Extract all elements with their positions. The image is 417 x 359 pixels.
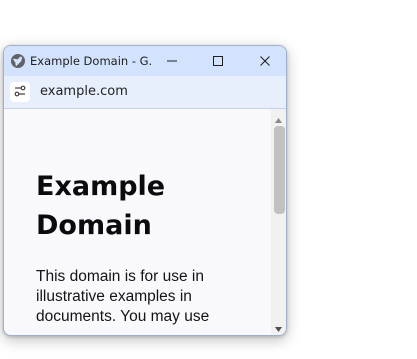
maximize-icon bbox=[212, 52, 224, 71]
page-paragraph: This domain is for use in illustrative e… bbox=[36, 268, 210, 325]
browser-window: Example Domain - G... example.com Exampl… bbox=[3, 45, 287, 336]
url-field[interactable]: example.com bbox=[40, 83, 128, 101]
triangle-down-icon bbox=[275, 317, 282, 336]
vertical-scrollbar[interactable] bbox=[271, 109, 286, 335]
minimize-icon bbox=[166, 52, 178, 71]
scroll-thumb[interactable] bbox=[274, 126, 285, 214]
page-content: Example Domain This domain is for use in… bbox=[36, 167, 261, 327]
scroll-down-button[interactable] bbox=[271, 321, 286, 332]
title-bar[interactable]: Example Domain - G... bbox=[4, 46, 286, 76]
address-bar: example.com bbox=[4, 76, 286, 109]
window-title: Example Domain - G... bbox=[30, 54, 152, 68]
close-icon bbox=[259, 52, 271, 71]
site-info-button[interactable] bbox=[10, 82, 30, 102]
close-button[interactable] bbox=[242, 46, 286, 76]
page-heading: Example Domain bbox=[36, 171, 166, 241]
site-settings-icon bbox=[13, 83, 27, 102]
maximize-button[interactable] bbox=[195, 46, 241, 76]
scroll-up-button[interactable] bbox=[271, 112, 286, 123]
triangle-up-icon bbox=[275, 108, 282, 127]
page-viewport: Example Domain This domain is for use in… bbox=[4, 109, 271, 335]
minimize-button[interactable] bbox=[149, 46, 195, 76]
globe-icon bbox=[10, 53, 26, 69]
